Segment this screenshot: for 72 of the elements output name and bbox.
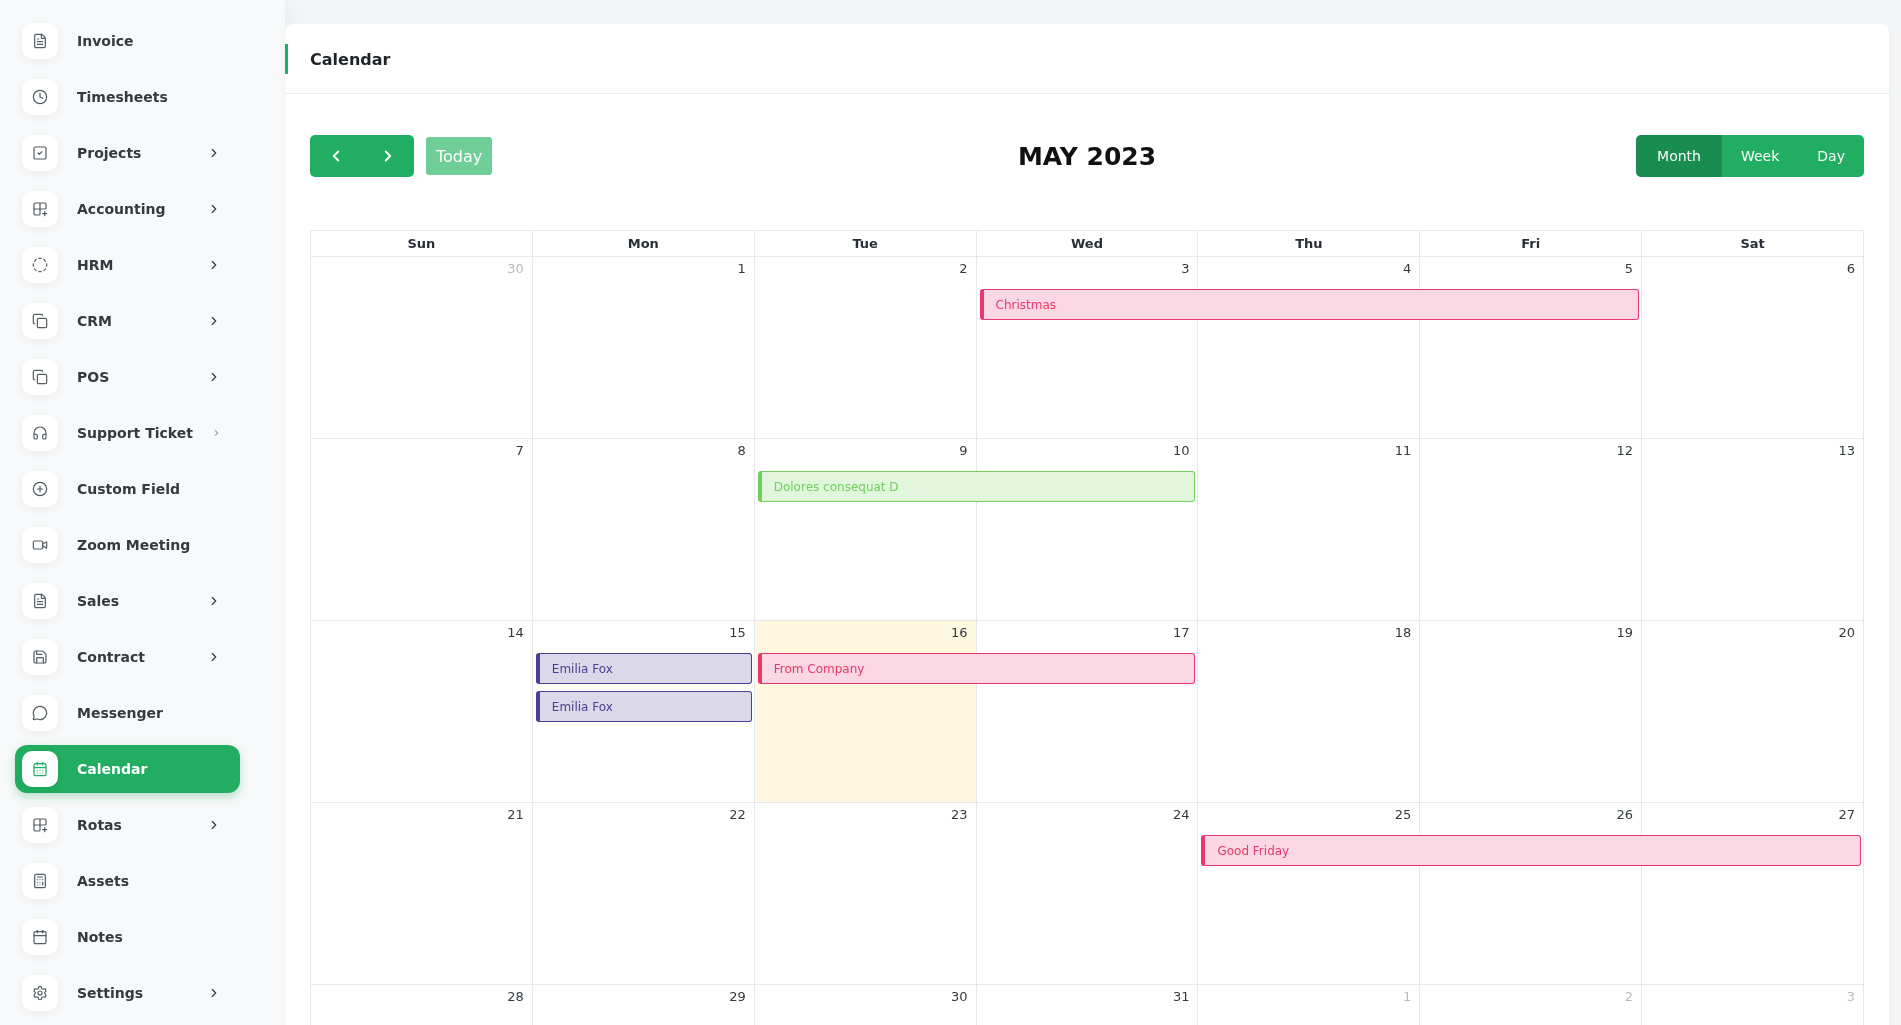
clock-icon [22, 79, 58, 115]
sidebar-item[interactable]: CRM [15, 297, 240, 345]
calendar-icon [22, 751, 58, 787]
day-number: 10 [1172, 442, 1191, 458]
sidebar-item[interactable]: Timesheets [15, 73, 240, 121]
day-number: 29 [729, 988, 747, 1004]
sidebar-item[interactable]: Zoom Meeting [15, 521, 240, 569]
day-number: 3 [1846, 988, 1856, 1004]
day-number: 6 [1846, 260, 1856, 276]
day-number: 8 [737, 442, 747, 458]
sidebar-item[interactable]: Contract [15, 633, 240, 681]
layers-icon [22, 303, 58, 339]
sidebar-item[interactable]: Messenger [15, 689, 240, 737]
sidebar-item[interactable]: Notes [15, 913, 240, 961]
headphones-icon [22, 415, 58, 451]
day-number: 30 [507, 260, 525, 276]
checkbox-icon [22, 135, 58, 171]
document-icon [22, 583, 58, 619]
view-button[interactable]: Month [1636, 135, 1722, 177]
grid-plus-icon [22, 807, 58, 843]
page-title: Calendar [310, 49, 391, 69]
calendar-icon [22, 919, 58, 955]
sidebar-item[interactable]: Invoice [15, 17, 240, 65]
day-number: 5 [1624, 260, 1635, 276]
day-number: 22 [729, 806, 747, 822]
day-number: 11 [1394, 442, 1413, 458]
day-number: 15 [729, 624, 747, 640]
day-number: 14 [507, 624, 525, 640]
day-number: 2 [959, 260, 969, 276]
chat-bubble-icon [22, 695, 58, 731]
grid-plus-icon [22, 191, 58, 227]
day-number: 27 [1838, 806, 1856, 822]
day-number: 1 [737, 260, 747, 276]
layers-icon [22, 359, 58, 395]
day-number: 9 [959, 442, 969, 458]
day-number: 18 [1394, 624, 1413, 640]
sidebar-item[interactable]: Support Ticket [15, 409, 240, 457]
video-camera-icon [22, 527, 58, 563]
sidebar-item[interactable]: Projects [15, 129, 240, 177]
calculator-icon [22, 863, 58, 899]
document-icon [22, 23, 58, 59]
day-number: 16 [951, 624, 969, 640]
day-number: 28 [507, 988, 525, 1004]
day-number: 21 [507, 806, 525, 822]
day-number: 4 [1403, 260, 1413, 276]
day-number: 24 [1172, 806, 1191, 822]
day-number: 26 [1616, 806, 1635, 822]
settings-icon [22, 975, 58, 1011]
sidebar-item[interactable]: Assets [15, 857, 240, 905]
sidebar-item[interactable]: Rotas [15, 801, 240, 849]
sidebar-item[interactable]: POS [15, 353, 240, 401]
day-number: 17 [1172, 624, 1191, 640]
sidebar-item[interactable]: Accounting [15, 185, 240, 233]
day-number: 25 [1394, 806, 1413, 822]
day-number: 2 [1624, 988, 1635, 1004]
calendar-event[interactable]: Emilia Fox [535, 653, 752, 684]
sidebar-item[interactable]: Settings [15, 969, 240, 1017]
day-number: 13 [1838, 442, 1856, 458]
day-number: 20 [1838, 624, 1856, 640]
month-title: MAY 2023 [1017, 141, 1157, 171]
day-number: 3 [1181, 260, 1191, 276]
day-number: 7 [515, 442, 525, 458]
calendar-event[interactable]: Emilia Fox [535, 691, 752, 722]
day-number: 1 [1403, 988, 1413, 1004]
day-number: 19 [1616, 624, 1635, 640]
day-number: 30 [951, 988, 969, 1004]
day-number: 12 [1616, 442, 1635, 458]
day-number: 31 [1172, 988, 1191, 1004]
day-number: 23 [951, 806, 969, 822]
sidebar-item[interactable]: Sales [15, 577, 240, 625]
sidebar-item[interactable]: HRM [15, 241, 240, 289]
sidebar-item[interactable]: Custom Field [15, 465, 240, 513]
